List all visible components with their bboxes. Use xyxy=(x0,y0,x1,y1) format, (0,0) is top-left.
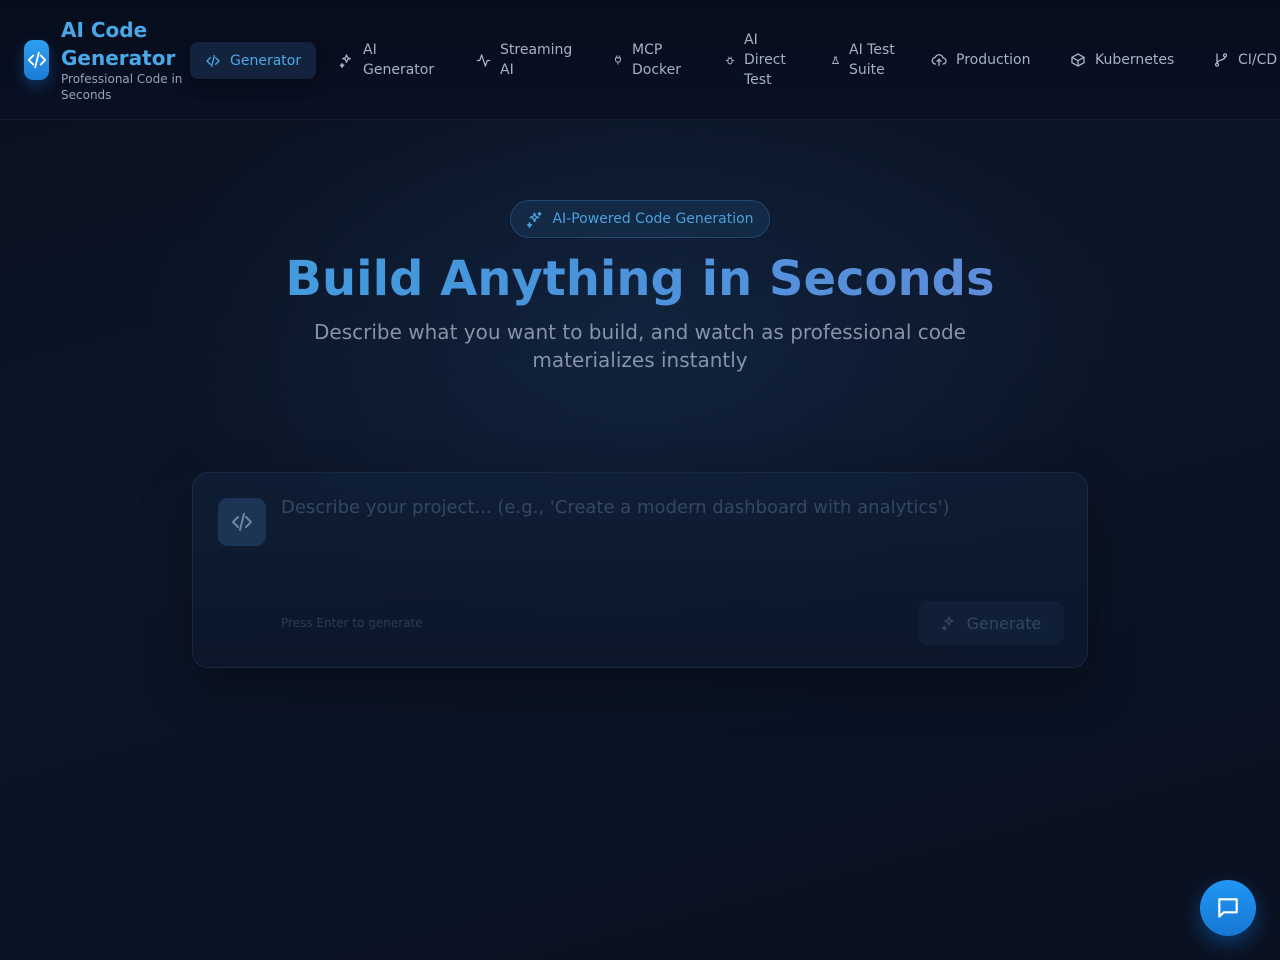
nav-item-label: AI Direct Test xyxy=(744,32,786,88)
nav-item-label: Streaming AI xyxy=(500,42,573,78)
sparkles-icon xyxy=(526,211,543,228)
brand-subtitle: Professional Code in Seconds xyxy=(61,72,183,102)
top-header: AI Code Generator Professional Code in S… xyxy=(0,0,1280,120)
code-icon xyxy=(27,51,46,69)
generate-button-label: Generate xyxy=(966,613,1042,633)
nav-item-kubernetes[interactable]: Kubernetes xyxy=(1070,30,1174,90)
nav-item-label: Generator xyxy=(230,52,302,69)
nav-item-label: MCP Docker xyxy=(632,42,682,78)
badge-label: AI-Powered Code Generation xyxy=(552,211,754,227)
brand-title[interactable]: AI Code Generator xyxy=(61,16,191,72)
nav-item-label: Production xyxy=(956,52,1031,68)
nav-item-production[interactable]: Production xyxy=(931,30,1030,90)
sparkles-icon xyxy=(941,615,957,631)
nav-item-generator[interactable]: Generator xyxy=(190,42,317,79)
nav-item-streaming-ai[interactable]: Streaming AI xyxy=(476,30,586,90)
generate-button[interactable]: Generate xyxy=(918,601,1064,645)
page-title: Build Anything in Seconds xyxy=(0,248,1280,310)
activity-icon xyxy=(476,53,491,68)
git-branch-icon xyxy=(1213,52,1229,68)
box-icon xyxy=(1070,52,1086,68)
nav-item-ai-test-suite[interactable]: AI Test Suite xyxy=(831,30,911,90)
chat-button[interactable] xyxy=(1200,880,1256,936)
nav-item-ai-direct-test[interactable]: AI Direct Test xyxy=(725,30,805,90)
nav-item-ai-generator[interactable]: AI Generator xyxy=(339,30,449,90)
code-icon xyxy=(218,498,266,546)
ai-powered-badge: AI-Powered Code Generation xyxy=(510,200,770,238)
logo-badge[interactable] xyxy=(24,40,49,80)
chat-bubble-icon xyxy=(1218,898,1238,918)
nav-item-label: AI Test Suite xyxy=(849,42,895,78)
bug-icon xyxy=(725,55,735,66)
nav-item-label: CI/CD xyxy=(1238,52,1278,68)
project-description-input[interactable] xyxy=(281,495,1061,585)
sparkles-icon xyxy=(339,53,354,68)
nav-item-mcp-docker[interactable]: MCP Docker xyxy=(613,30,703,90)
prompt-card: Press Enter to generate Generate xyxy=(192,472,1088,668)
page-subtitle: Describe what you want to build, and wat… xyxy=(314,320,966,372)
enter-hint: Press Enter to generate xyxy=(281,616,423,630)
nav-item-ci-cd[interactable]: CI/CD xyxy=(1213,30,1277,90)
code-icon xyxy=(205,53,221,69)
flask-icon xyxy=(831,55,840,66)
cloud-upload-icon xyxy=(931,52,947,68)
nav-item-label: AI Generator xyxy=(363,42,435,78)
plug-icon xyxy=(613,54,623,66)
nav-item-label: Kubernetes xyxy=(1095,52,1175,68)
